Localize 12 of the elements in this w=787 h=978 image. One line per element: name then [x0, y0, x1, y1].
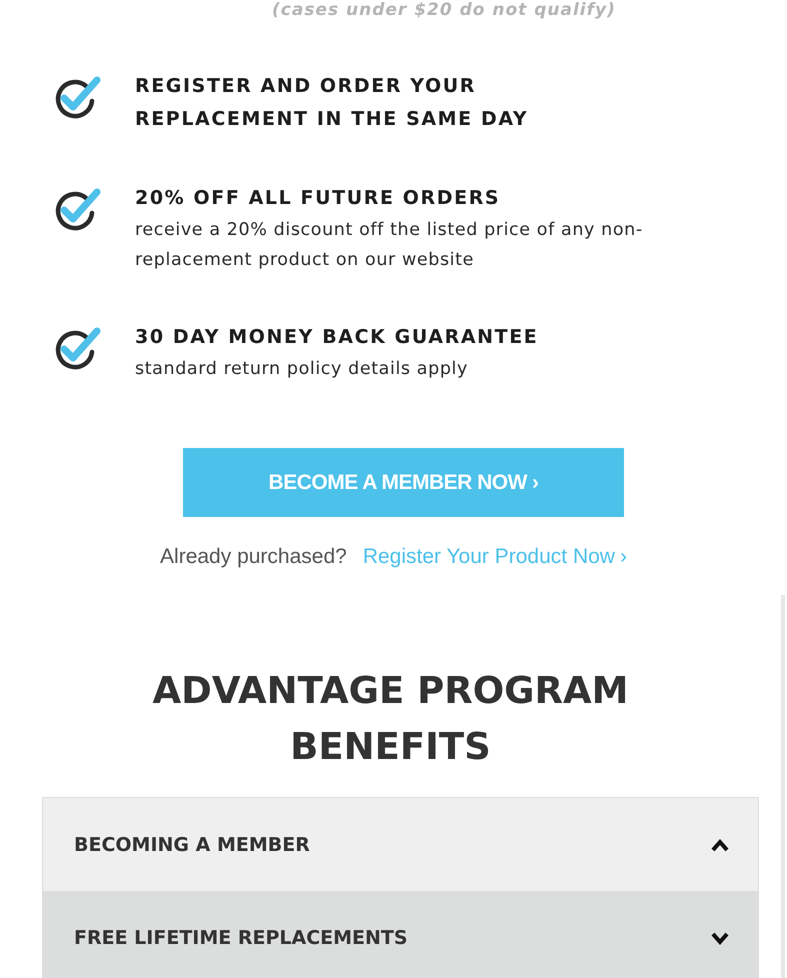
caret-down-icon [710, 930, 730, 944]
accordion-header[interactable]: BECOMING A MEMBER [43, 798, 758, 891]
benefit-title: 30 DAY MONEY BACK GUARANTEE [135, 325, 540, 350]
accordion-header[interactable]: FREE LIFETIME REPLACEMENTS [43, 891, 758, 978]
benefit-description: receive a 20% discount off the listed price of any non-replacement product on our website [135, 219, 644, 272]
note-text: (cases under $20 do not qualify) [272, 0, 617, 20]
caret-up-icon [710, 838, 730, 852]
section-title: ADVANTAGE PROGRAM BENEFITS [152, 668, 630, 770]
benefit-title: REGISTER AND ORDER YOUR REPLACEMENT IN THE SAME DAY [135, 74, 530, 132]
benefit-description: standard return policy details apply [135, 358, 469, 381]
benefit-title: 20% OFF ALL FUTURE ORDERS [135, 186, 502, 211]
register-prompt: Already purchased? [160, 545, 347, 569]
